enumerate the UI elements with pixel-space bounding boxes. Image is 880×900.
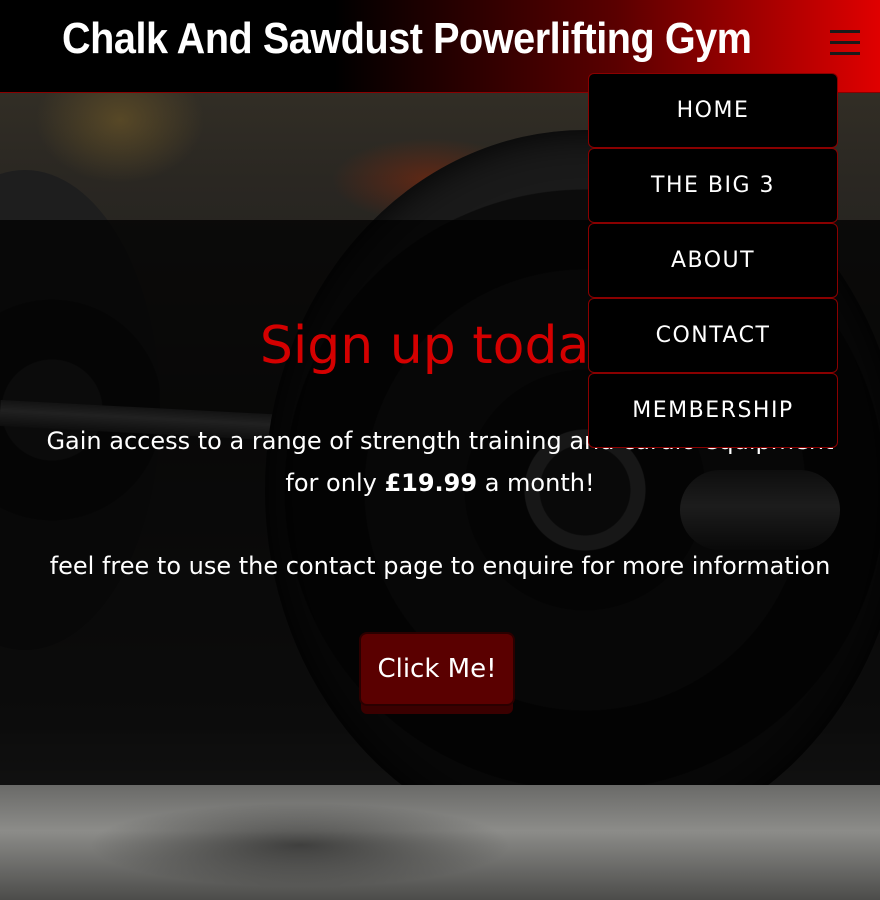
nav-item-the-big-3[interactable]: THE BIG 3 [588,148,838,223]
gym-floor [0,785,880,900]
site-title: Chalk And Sawdust Powerlifting Gym [62,14,752,63]
nav-item-home[interactable]: HOME [588,73,838,148]
membership-price: £19.99 [384,469,478,497]
nav-item-about[interactable]: ABOUT [588,223,838,298]
nav-item-membership[interactable]: MEMBERSHIP [588,373,838,448]
signup-line2-prefix: for only [285,469,385,497]
dropdown-nav: HOME THE BIG 3 ABOUT CONTACT MEMBERSHIP [588,73,838,448]
nav-item-contact[interactable]: CONTACT [588,298,838,373]
click-me-button[interactable]: Click Me! [359,632,515,706]
signup-line2-suffix: a month! [477,469,595,497]
contact-note: feel free to use the contact page to enq… [49,552,831,580]
hamburger-menu-icon[interactable] [826,24,864,62]
